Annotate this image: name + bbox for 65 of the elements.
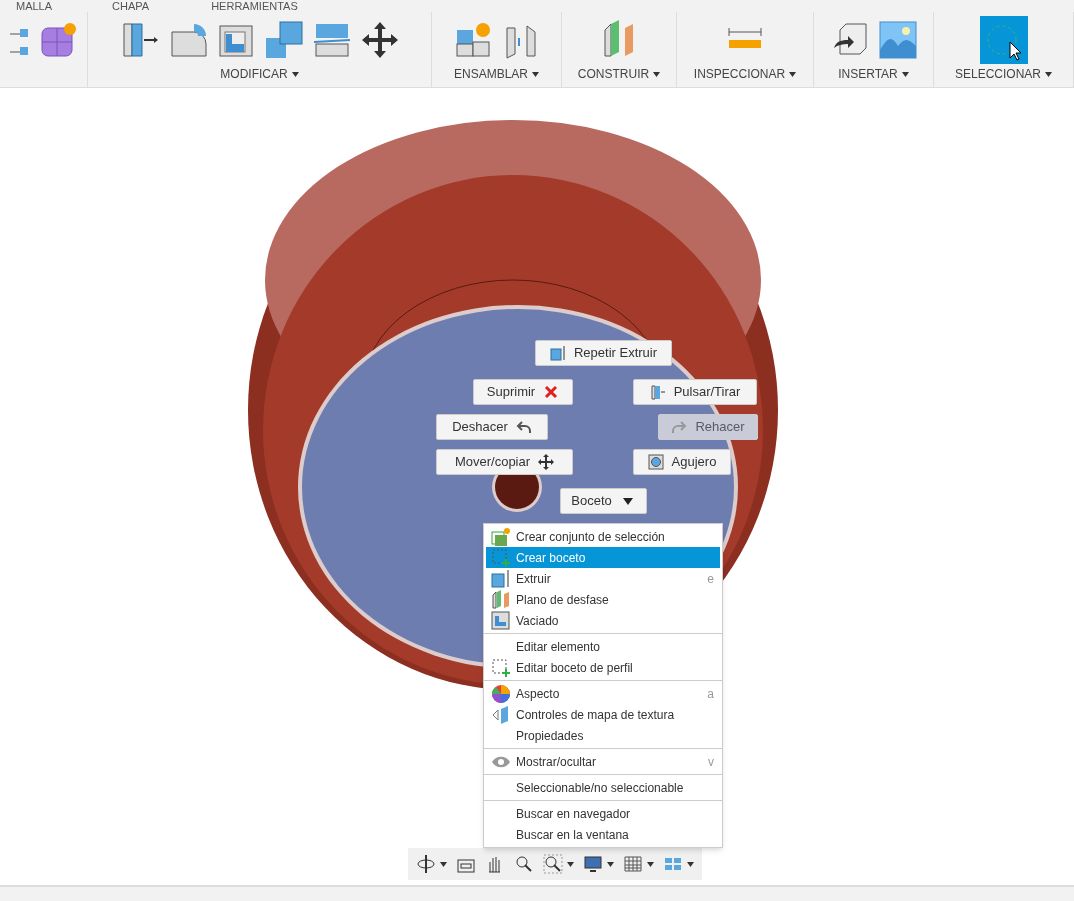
- shell-icon: [491, 610, 511, 631]
- context-menu-item[interactable]: Buscar en la ventana: [486, 824, 720, 845]
- press-pull-icon: [649, 384, 666, 400]
- caret-icon: [291, 71, 299, 77]
- marking-menu-button[interactable]: Pulsar/Tirar: [633, 379, 757, 405]
- toolbar-tab[interactable]: MALLA: [16, 0, 53, 12]
- caret-icon: [606, 861, 614, 867]
- caret-icon: [901, 71, 909, 77]
- extrude-icon: [549, 345, 566, 361]
- context-menu-item[interactable]: Extruir e: [486, 568, 720, 589]
- caret-icon: [789, 71, 797, 77]
- sketch-icon: [491, 657, 511, 678]
- texture-map-icon: [491, 704, 511, 725]
- selection-set-icon: [491, 526, 511, 547]
- shortcut-key: a: [707, 684, 720, 703]
- context-menu-item[interactable]: Crear conjunto de selección: [486, 526, 720, 547]
- marking-menu-button[interactable]: Mover/copiar: [436, 449, 573, 475]
- image-icon[interactable]: [877, 20, 918, 60]
- context-menu-item[interactable]: Controles de mapa de textura: [486, 704, 720, 725]
- marking-menu-button[interactable]: Deshacer: [436, 414, 548, 440]
- toolbar-group-menu[interactable]: INSPECCIONAR: [693, 65, 797, 83]
- shortcut-key: e: [707, 569, 720, 588]
- display-icon[interactable]: [582, 854, 603, 874]
- context-menu-item[interactable]: Propiedades: [486, 725, 720, 746]
- context-menu-item[interactable]: Vaciado: [486, 610, 720, 631]
- caret-icon: [686, 861, 694, 867]
- close-icon: [543, 384, 560, 400]
- marking-menu-button[interactable]: Repetir Extruir: [535, 340, 672, 366]
- select-icon[interactable]: [979, 16, 1028, 64]
- caret-icon: [532, 71, 539, 77]
- shortcut-key: v: [708, 752, 720, 771]
- extrude-icon: [491, 568, 511, 589]
- undo-icon: [515, 419, 532, 435]
- grid-icon[interactable]: [622, 854, 643, 874]
- offset-plane-icon: [491, 589, 511, 610]
- context-menu-item[interactable]: Plano de desfase: [486, 589, 720, 610]
- sketch-icon: [491, 547, 511, 568]
- toolbar-group-menu[interactable]: INSERTAR: [838, 65, 909, 83]
- caret-icon: [440, 861, 448, 867]
- toolbar-tab[interactable]: CHAPA: [112, 0, 150, 12]
- caret-icon: [1045, 71, 1052, 77]
- redo-icon: [671, 419, 688, 435]
- hole-icon: [647, 454, 664, 470]
- move-icon: [538, 454, 555, 470]
- context-menu-item[interactable]: Buscar en navegador: [486, 803, 720, 824]
- marking-menu-button[interactable]: Boceto: [560, 488, 647, 514]
- marking-menu-button[interactable]: Agujero: [633, 449, 731, 475]
- toolbar-group-menu[interactable]: MODIFICAR: [220, 65, 299, 83]
- context-menu-item[interactable]: Editar boceto de perfil: [486, 657, 720, 678]
- toolbar-group-menu[interactable]: CONSTRUIR: [577, 65, 661, 83]
- combine-icon[interactable]: [263, 20, 304, 60]
- toolbar-group-menu[interactable]: ENSAMBLAR: [454, 65, 539, 83]
- fit-icon[interactable]: [542, 854, 563, 874]
- caret-icon: [653, 71, 661, 77]
- context-menu-item[interactable]: Editar elemento: [486, 636, 720, 657]
- orbit-icon[interactable]: [416, 854, 437, 874]
- toolbar-tab[interactable]: HERRAMIENTAS: [211, 0, 298, 12]
- context-menu-item[interactable]: Mostrar/ocultar v: [486, 751, 720, 772]
- marking-menu-button[interactable]: Suprimir: [473, 379, 573, 405]
- toolbar-group-menu[interactable]: SELECCIONAR: [955, 65, 1052, 83]
- context-menu-item[interactable]: Aspecto a: [486, 683, 720, 704]
- caret-icon: [566, 861, 574, 867]
- color-wheel-icon: [491, 683, 511, 704]
- context-menu-item[interactable]: Seleccionable/no seleccionable: [486, 777, 720, 798]
- caret-icon: [646, 861, 654, 867]
